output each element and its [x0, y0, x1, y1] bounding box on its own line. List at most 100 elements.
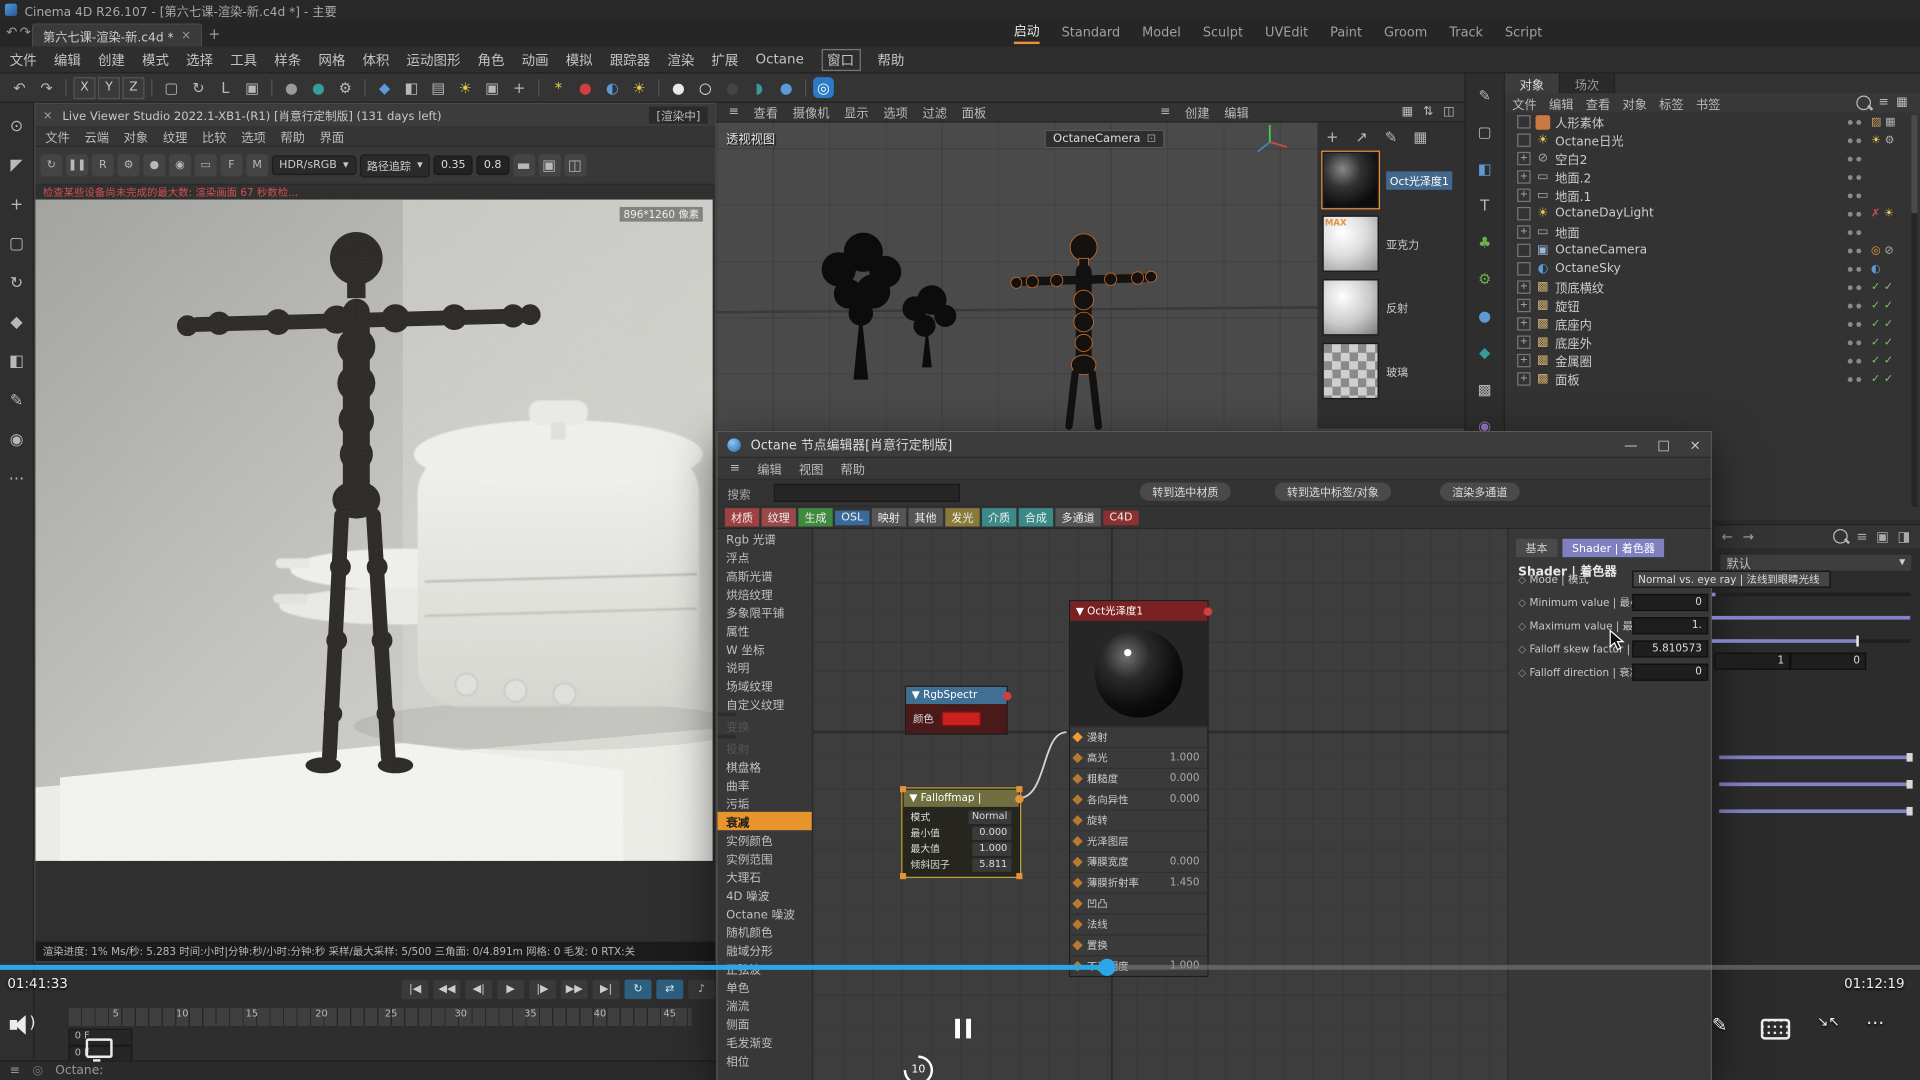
- object-tag-icon[interactable]: [1871, 336, 1880, 348]
- texture-node-list-item[interactable]: 4D 噪波: [718, 885, 812, 903]
- output-port[interactable]: [1203, 607, 1212, 616]
- texture-node-list-item[interactable]: 多象限平铺: [718, 602, 812, 620]
- input-port[interactable]: [1072, 774, 1082, 784]
- texture-node-list-item[interactable]: 侧面: [718, 1014, 812, 1032]
- object-manager-menu-item[interactable]: 书签: [1696, 94, 1720, 112]
- left-tool-icon[interactable]: ⋯: [6, 468, 28, 490]
- expand-icon[interactable]: [1517, 262, 1530, 275]
- background-slider[interactable]: [1719, 782, 1910, 786]
- command-icon[interactable]: ●: [1472, 304, 1496, 328]
- skew-factor-field[interactable]: 5.810573: [1632, 640, 1708, 657]
- input-port[interactable]: [1072, 732, 1082, 742]
- more-icon[interactable]: ⋯: [1866, 1011, 1884, 1033]
- toolbar-icon[interactable]: ☀: [627, 75, 651, 99]
- skip-back-button[interactable]: 10: [904, 1056, 933, 1080]
- direction-y-field[interactable]: 1: [1714, 653, 1790, 670]
- object-name[interactable]: 地面.1: [1555, 186, 1591, 204]
- viewport-menu-item[interactable]: 查看: [754, 103, 778, 121]
- exposure-field[interactable]: 0.35: [434, 156, 473, 176]
- toolbar-icon[interactable]: ◐: [600, 75, 624, 99]
- colorspace-dropdown[interactable]: HDR/sRGB▾: [272, 156, 356, 176]
- toolbar-icon[interactable]: ◎: [813, 77, 834, 98]
- search-icon[interactable]: [1857, 96, 1872, 111]
- live-viewer-menu-item[interactable]: 比较: [202, 127, 226, 145]
- texture-node-list-item[interactable]: 实例范围: [718, 849, 812, 867]
- texture-node-list-item[interactable]: Rgb 光谱: [718, 529, 812, 547]
- toolbar-icon[interactable]: │: [534, 75, 544, 99]
- visibility-dots[interactable]: [1848, 156, 1866, 161]
- viewport-menu-item[interactable]: 摄像机: [793, 103, 830, 121]
- param-value[interactable]: 1.000: [972, 842, 1011, 855]
- goto-tag-button[interactable]: 转到选中标签/对象: [1275, 482, 1391, 500]
- texture-node-list-item[interactable]: 湍流: [718, 996, 812, 1014]
- visibility-dots[interactable]: [1848, 174, 1866, 179]
- material-tool-icon[interactable]: +: [1322, 127, 1342, 147]
- transport-toggle[interactable]: ⇄: [656, 980, 683, 1000]
- transport-toggle[interactable]: ↻: [624, 980, 651, 1000]
- transport-button[interactable]: |◀: [402, 980, 429, 1000]
- node-editor-titlebar[interactable]: Octane 节点编辑器[肖意行定制版] — □ ×: [718, 432, 1711, 458]
- layout-tab[interactable]: 启动: [1014, 22, 1040, 44]
- material-channel-row[interactable]: 薄膜宽度 0.000: [1070, 851, 1207, 872]
- toolbar-icon[interactable]: ●: [774, 75, 798, 99]
- left-tool-icon[interactable]: +: [6, 193, 28, 215]
- node-category-tab[interactable]: 介质: [982, 508, 1016, 526]
- visibility-dots[interactable]: [1848, 303, 1866, 308]
- material-channel-row[interactable]: 光泽图层: [1070, 830, 1207, 851]
- layout-tab[interactable]: Groom: [1384, 26, 1427, 41]
- menu-item[interactable]: 样条: [274, 50, 301, 70]
- live-viewer-menu-item[interactable]: 纹理: [163, 127, 187, 145]
- texture-node-list-item[interactable]: 场域纹理: [718, 676, 812, 694]
- texture-node-list-item[interactable]: 属性: [718, 621, 812, 639]
- visibility-dots[interactable]: [1848, 248, 1866, 253]
- channel-value[interactable]: 1.450: [1170, 877, 1200, 889]
- expand-icon[interactable]: [1517, 115, 1530, 128]
- left-tool-icon[interactable]: ▢: [6, 233, 28, 255]
- object-manager-menu-item[interactable]: 编辑: [1549, 94, 1573, 112]
- layout-tab[interactable]: Paint: [1330, 26, 1362, 41]
- live-viewer-tool-icon[interactable]: M: [246, 154, 268, 176]
- object-tag-icon[interactable]: [1885, 134, 1895, 146]
- layout-tab[interactable]: Sculpt: [1203, 26, 1243, 41]
- viewport-header-icon[interactable]: ◫: [1443, 105, 1455, 118]
- live-viewer-menu-item[interactable]: 文件: [45, 127, 69, 145]
- render-passes-button[interactable]: 渲染多通道: [1440, 482, 1520, 500]
- object-tag-icon[interactable]: [1871, 318, 1880, 330]
- panel-icon[interactable]: ◨: [1897, 529, 1910, 545]
- video-progress-track[interactable]: [0, 965, 1920, 970]
- node-category-tab[interactable]: C4D: [1103, 510, 1138, 525]
- menu-item[interactable]: Octane: [756, 51, 804, 67]
- expand-icon[interactable]: +: [1517, 280, 1530, 293]
- live-viewer-tool-icon[interactable]: ❚❚: [66, 154, 88, 176]
- object-manager-menu-item[interactable]: 文件: [1512, 94, 1536, 112]
- left-tool-icon[interactable]: ↻: [6, 272, 28, 294]
- texture-node-list-item[interactable]: 衰减: [718, 812, 812, 830]
- input-port[interactable]: [1072, 898, 1082, 908]
- object-row[interactable]: + 底座内: [1505, 315, 1920, 333]
- left-tool-icon[interactable]: ◤: [6, 154, 28, 176]
- toolbar-icon[interactable]: ↷: [34, 75, 58, 99]
- texture-node-list-item[interactable]: 高斯光谱: [718, 566, 812, 584]
- toolbar-icon[interactable]: *: [546, 75, 570, 99]
- visibility-dots[interactable]: [1848, 377, 1866, 382]
- object-name[interactable]: 金属圈: [1555, 351, 1592, 369]
- node-editor-menu-item[interactable]: 帮助: [840, 459, 864, 477]
- object-tag-icon[interactable]: [1884, 208, 1894, 220]
- node-glossy-material[interactable]: ▼ Oct光泽度1 漫射: [1069, 600, 1209, 977]
- object-name[interactable]: 面板: [1555, 370, 1579, 388]
- object-row[interactable]: OctaneDayLight: [1505, 204, 1920, 222]
- pencil-icon[interactable]: ✎: [1712, 1014, 1727, 1036]
- background-slider[interactable]: [1719, 809, 1910, 813]
- command-icon[interactable]: ✎: [1472, 83, 1496, 107]
- object-tag-icon[interactable]: [1871, 244, 1881, 256]
- visibility-dots[interactable]: [1848, 266, 1866, 271]
- object-tag-icon[interactable]: [1884, 373, 1893, 385]
- toolbar-icon[interactable]: ○: [693, 75, 717, 99]
- expand-icon[interactable]: +: [1517, 317, 1530, 330]
- toolbar-icon[interactable]: ↶: [7, 75, 31, 99]
- menu-item[interactable]: 选择: [186, 50, 213, 70]
- texture-node-list-item[interactable]: 投射: [718, 735, 736, 757]
- texture-node-list-item[interactable]: 随机颜色: [718, 922, 812, 940]
- material-item[interactable]: 反射: [1322, 279, 1459, 335]
- list-icon[interactable]: ≡: [1856, 529, 1867, 545]
